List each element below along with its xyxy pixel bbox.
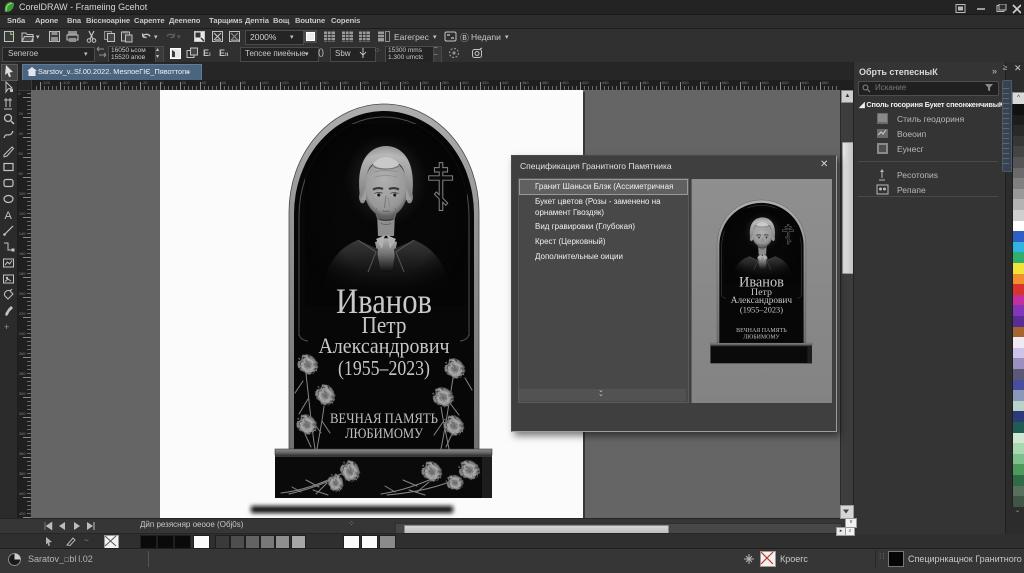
svg-text:A: A <box>5 210 13 222</box>
